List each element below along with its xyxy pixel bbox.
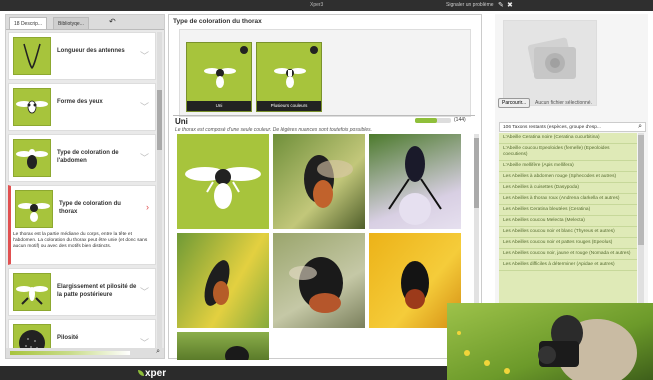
photo-bee-lavender[interactable] [369, 134, 461, 229]
bee-abdomen-icon [13, 139, 51, 177]
taxa-count: (144) [454, 117, 466, 123]
descriptor-description: Le thorax est la partie médiane du corps… [13, 232, 148, 249]
photo-bee-grass[interactable] [177, 332, 269, 360]
state-card-multicolor[interactable]: Plusieurs couleurs [256, 42, 322, 112]
bee-thorax-icon [15, 190, 53, 228]
tab-library[interactable]: Bibliotyqe... [53, 17, 89, 29]
descriptor-label: Elargissement et pilosité de la patte po… [57, 284, 137, 298]
camera-icon [527, 37, 576, 79]
taxon-item[interactable]: Les Abeilles à thorax roux (Andrena clar… [499, 194, 637, 205]
state-radio[interactable] [310, 46, 318, 54]
descriptor-footer: ⌕ [6, 348, 164, 358]
search-icon[interactable]: ⌕ [156, 348, 160, 356]
chevron-down-icon[interactable]: ﹀ [140, 151, 149, 164]
photo-placeholder [503, 20, 597, 106]
descriptor-item-abdomen[interactable]: Type de coloration de l'abdomen ﹀ [8, 134, 156, 182]
photo-bee-flower[interactable] [273, 134, 365, 229]
descriptor-label: Type de coloration du thorax [59, 201, 121, 215]
bee-uni-icon [204, 68, 236, 88]
taxon-item[interactable]: Les Abeilles Ceratina bleutées (Ceratina… [499, 205, 637, 216]
state-card-uni[interactable]: Uni [186, 42, 252, 112]
descriptor-item-eyes[interactable]: Forme des yeux ﹀ [8, 83, 156, 131]
search-icon[interactable]: ⌕ [638, 123, 642, 131]
current-state-name: Uni [175, 117, 188, 126]
no-file-label: Aucun fichier sélectionné. [535, 100, 592, 106]
photo-bee-yellow-flower[interactable] [177, 233, 269, 328]
descriptor-item-thorax[interactable]: Type de coloration du thorax › Le thorax… [8, 185, 156, 265]
photo-bumblebee[interactable] [273, 233, 365, 328]
taxon-item[interactable]: L'Abeille mellifère (Apis mellifera) [499, 161, 637, 172]
taxon-item[interactable]: Les Abeilles à cuisettes (Dasypoda) [499, 183, 637, 194]
close-icon[interactable]: ✖ [507, 1, 513, 10]
taxa-scrollbar[interactable] [638, 133, 644, 327]
divider [173, 115, 475, 116]
descriptor-scrollbar[interactable] [157, 32, 162, 352]
descriptor-label: Longueur des antennes [57, 48, 125, 54]
taxon-item[interactable]: L'Abeille coucou Epeoloides (femelle) (E… [499, 144, 637, 161]
taxon-item[interactable]: Les Abeilles à abdomen rouge (Sphecodes … [499, 172, 637, 183]
photographer-photo [447, 303, 653, 380]
chevron-right-icon[interactable]: › [146, 202, 149, 212]
descriptor-tabs: 18 Descrip... Bibliotyqe... ↶ [6, 15, 164, 30]
photo-illustration[interactable] [177, 134, 269, 229]
top-bar: Xper3 Signaler un problème ✎ ✖ [0, 0, 653, 11]
state-caption: Plusieurs couleurs [257, 101, 321, 111]
bee-leg-icon [13, 273, 51, 311]
taxon-item[interactable]: L'Abeille Ceratina noire (Ceratina cucur… [499, 133, 637, 144]
report-problem-link[interactable]: Signaler un problème [446, 2, 494, 8]
descriptor-list: Longueur des antennes ﹀ Forme des yeux ﹀… [8, 32, 156, 358]
chevron-down-icon[interactable]: ﹀ [140, 285, 149, 298]
current-state-description: Le thorax est composé d'une seule couleu… [175, 127, 372, 133]
photo-grid [177, 134, 463, 360]
descriptor-label: Pilosité [57, 335, 79, 341]
taxon-item[interactable]: Les Abeilles coucou Melecta (Melecta) [499, 216, 637, 227]
descriptor-label: Type de coloration de l'abdomen [57, 150, 119, 164]
chevron-down-icon[interactable]: ﹀ [140, 100, 149, 113]
panel-title: Type de coloration du thorax [173, 18, 262, 25]
taxa-header: 106 Taxons restants (espèces, groupe d'e… [499, 122, 646, 132]
taxon-item[interactable]: Les Abeilles coucou noir, jaune et rouge… [499, 249, 637, 260]
app-title: Xper3 [310, 2, 324, 8]
taxon-item[interactable]: Les Abeilles difficiles à déterminer (Ap… [499, 260, 637, 271]
state-selector: Uni Plusieurs couleurs [179, 29, 471, 117]
browse-button[interactable]: Parcourir... [498, 98, 531, 108]
descriptor-item-antennae[interactable]: Longueur des antennes ﹀ [8, 32, 156, 80]
xper-leaf-icon [138, 370, 144, 376]
pencil-icon[interactable]: ✎ [498, 1, 504, 10]
taxa-list: L'Abeille Ceratina noire (Ceratina cucur… [499, 133, 637, 327]
taxon-item[interactable]: Les Abeilles coucou noir et blanc (Thyre… [499, 227, 637, 238]
taxa-count-label: 106 Taxons restants (espèces, groupe d'e… [503, 125, 601, 130]
taxon-item[interactable]: Les Abeilles coucou noir et pattes rouge… [499, 238, 637, 249]
state-radio[interactable] [240, 46, 248, 54]
color-strip [10, 351, 130, 355]
descriptor-panel: 18 Descrip... Bibliotyqe... ↶ Longueur d… [5, 14, 165, 359]
chevron-down-icon[interactable]: ﹀ [140, 49, 149, 62]
undo-arrow-icon[interactable]: ↶ [109, 17, 116, 26]
antennae-icon [13, 37, 51, 75]
xper-logo: xper [145, 368, 167, 379]
progress-fill [415, 118, 437, 123]
bee-eyes-icon [13, 88, 51, 126]
state-panel: Type de coloration du thorax Uni Plusieu… [168, 14, 482, 360]
tab-descriptors[interactable]: 18 Descrip... [9, 17, 48, 29]
descriptor-label: Forme des yeux [57, 99, 103, 105]
taxa-progress-bar [415, 118, 451, 123]
descriptor-item-hind-leg[interactable]: Elargissement et pilosité de la patte po… [8, 268, 156, 316]
bee-multicolor-icon [274, 68, 306, 88]
state-caption: Uni [187, 101, 251, 111]
